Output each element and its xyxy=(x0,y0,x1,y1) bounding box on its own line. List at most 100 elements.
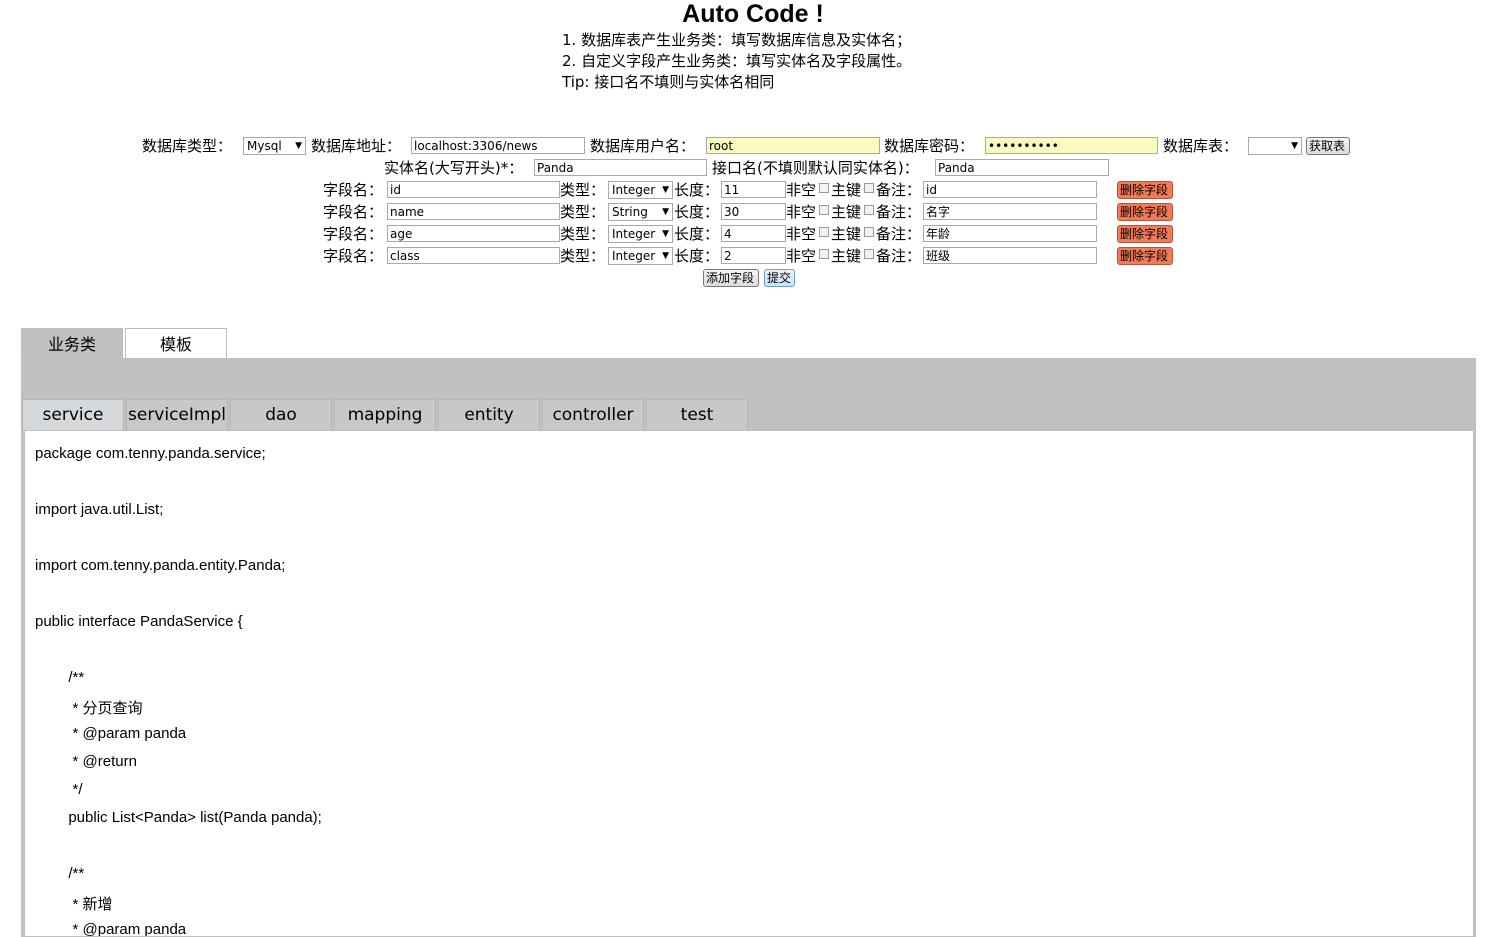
page-title: Auto Code ! xyxy=(682,0,824,28)
field-name-label: 字段名： xyxy=(323,203,384,221)
db-password-input[interactable]: •••••••••• xyxy=(985,137,1158,154)
fetch-tables-button[interactable]: 获取表 xyxy=(1306,137,1350,155)
db-table-select[interactable]: ▼ xyxy=(1248,137,1302,155)
primary-key-checkbox[interactable] xyxy=(864,205,874,215)
code-line: */ xyxy=(35,781,83,798)
dropdown-arrow-icon: ▼ xyxy=(662,229,669,239)
db-type-label: 数据库类型： xyxy=(142,137,233,155)
field-length-input[interactable]: 30 xyxy=(721,203,786,220)
field-name-input[interactable]: age xyxy=(387,225,560,242)
not-null-label: 非空 xyxy=(786,247,817,265)
field-type-select[interactable]: Integer ▼ xyxy=(608,181,673,199)
field-length-label: 长度： xyxy=(674,247,720,265)
remark-label: 备注： xyxy=(876,225,922,243)
remark-input[interactable]: 班级 xyxy=(923,247,1097,264)
field-name-input[interactable]: class xyxy=(387,247,560,264)
field-type-label: 类型： xyxy=(560,181,606,199)
tab-serviceimpl[interactable]: serviceImpl xyxy=(126,399,228,430)
code-line: /** xyxy=(35,669,85,686)
remark-input[interactable]: 年龄 xyxy=(923,225,1097,242)
entity-name-label: 实体名(大写开头)*： xyxy=(384,159,524,177)
dropdown-arrow-icon: ▼ xyxy=(295,141,302,151)
remark-label: 备注： xyxy=(876,203,922,221)
primary-key-label: 主键 xyxy=(831,181,862,199)
field-name-label: 字段名： xyxy=(323,247,384,265)
code-line: * @param panda xyxy=(35,725,187,742)
field-name-input[interactable]: name xyxy=(387,203,560,220)
primary-key-label: 主键 xyxy=(831,225,862,243)
field-type-value: Integer xyxy=(612,249,656,263)
dropdown-arrow-icon: ▼ xyxy=(662,251,669,261)
tab-controller[interactable]: controller xyxy=(542,399,644,430)
field-name-input[interactable]: id xyxy=(387,181,560,198)
code-line: /** xyxy=(35,865,85,882)
field-length-input[interactable]: 11 xyxy=(721,181,786,198)
interface-name-input[interactable]: Panda xyxy=(935,159,1109,176)
db-addr-input[interactable]: localhost:3306/news xyxy=(411,137,585,154)
tab-test[interactable]: test xyxy=(646,399,748,430)
field-type-value: String xyxy=(612,205,648,219)
code-line: * 分页查询 xyxy=(35,700,143,717)
field-type-value: Integer xyxy=(612,227,656,241)
field-name-label: 字段名： xyxy=(323,181,384,199)
not-null-label: 非空 xyxy=(786,203,817,221)
db-type-value: Mysql xyxy=(247,139,282,153)
tab-template[interactable]: 模板 xyxy=(125,328,227,358)
code-line: public interface PandaService { xyxy=(35,613,243,630)
db-type-select[interactable]: Mysql ▼ xyxy=(243,137,306,155)
tab-dao[interactable]: dao xyxy=(230,399,332,430)
primary-key-label: 主键 xyxy=(831,203,862,221)
field-length-input[interactable]: 4 xyxy=(721,225,786,242)
code-line: public List<Panda> list(Panda panda); xyxy=(35,809,322,826)
field-type-select[interactable]: Integer ▼ xyxy=(608,225,673,243)
code-line: * @return xyxy=(35,753,137,770)
not-null-checkbox[interactable] xyxy=(819,227,829,237)
delete-field-button[interactable]: 删除字段 xyxy=(1117,225,1173,243)
field-type-select[interactable]: String ▼ xyxy=(608,203,673,221)
delete-field-button[interactable]: 删除字段 xyxy=(1117,203,1173,221)
field-type-select[interactable]: Integer ▼ xyxy=(608,247,673,265)
submit-button[interactable]: 提交 xyxy=(764,269,795,287)
remark-input[interactable]: 名字 xyxy=(923,203,1097,220)
primary-key-checkbox[interactable] xyxy=(864,227,874,237)
primary-key-checkbox[interactable] xyxy=(864,249,874,259)
tab-business-class[interactable]: 业务类 xyxy=(21,328,123,358)
field-type-label: 类型： xyxy=(560,203,606,221)
code-line: import com.tenny.panda.entity.Panda; xyxy=(35,557,286,574)
tab-entity[interactable]: entity xyxy=(438,399,540,430)
description-line-2: 2. 自定义字段产生业务类：填写实体名及字段属性。 xyxy=(562,52,912,70)
code-line: import java.util.List; xyxy=(35,501,164,518)
field-type-label: 类型： xyxy=(560,225,606,243)
tip-text: Tip: 接口名不填则与实体名相同 xyxy=(562,73,775,91)
dropdown-arrow-icon: ▼ xyxy=(662,207,669,217)
not-null-checkbox[interactable] xyxy=(819,249,829,259)
entity-name-input[interactable]: Panda xyxy=(534,159,707,176)
tab-mapping[interactable]: mapping xyxy=(334,399,436,430)
remark-label: 备注： xyxy=(876,181,922,199)
field-length-label: 长度： xyxy=(674,225,720,243)
add-field-button[interactable]: 添加字段 xyxy=(703,269,759,287)
field-length-input[interactable]: 2 xyxy=(721,247,786,264)
field-name-label: 字段名： xyxy=(323,225,384,243)
primary-key-checkbox[interactable] xyxy=(864,183,874,193)
interface-name-label: 接口名(不填则默认同实体名)： xyxy=(712,159,919,177)
field-type-value: Integer xyxy=(612,183,656,197)
remark-label: 备注： xyxy=(876,247,922,265)
primary-key-label: 主键 xyxy=(831,247,862,265)
remark-input[interactable]: id xyxy=(923,181,1097,198)
field-length-label: 长度： xyxy=(674,203,720,221)
db-user-label: 数据库用户名： xyxy=(590,137,696,155)
not-null-label: 非空 xyxy=(786,181,817,199)
code-output[interactable]: package com.tenny.panda.service; import j… xyxy=(24,430,1474,937)
code-line: * @param panda xyxy=(35,921,187,937)
not-null-checkbox[interactable] xyxy=(819,205,829,215)
delete-field-button[interactable]: 删除字段 xyxy=(1117,247,1173,265)
db-table-label: 数据库表： xyxy=(1163,137,1239,155)
db-addr-label: 数据库地址： xyxy=(311,137,402,155)
delete-field-button[interactable]: 删除字段 xyxy=(1117,181,1173,199)
tab-service[interactable]: service xyxy=(22,399,124,430)
code-line: * 新增 xyxy=(35,896,113,913)
db-user-input[interactable]: root xyxy=(706,137,880,154)
db-password-label: 数据库密码： xyxy=(884,137,975,155)
not-null-checkbox[interactable] xyxy=(819,183,829,193)
